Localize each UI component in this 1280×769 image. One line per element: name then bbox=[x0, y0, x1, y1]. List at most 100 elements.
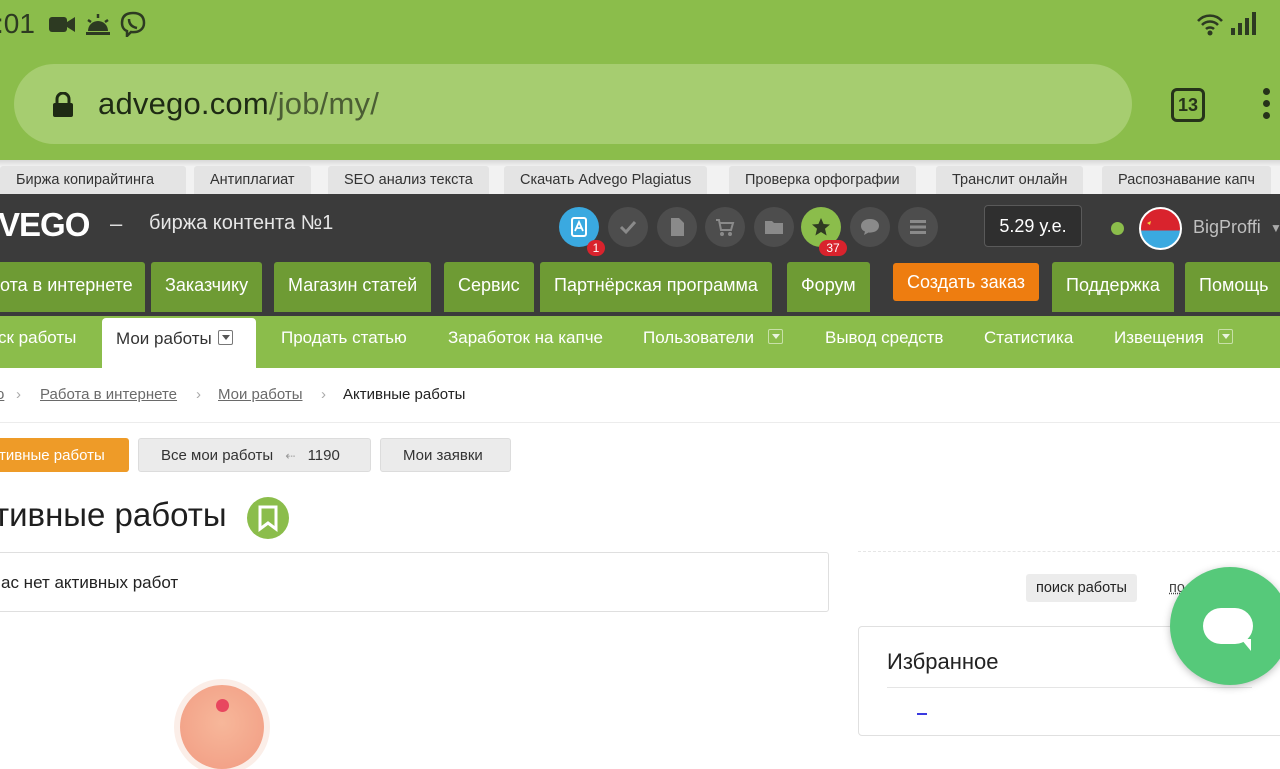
all-works-button[interactable]: Все мои работы ⇠ 1190 bbox=[138, 438, 371, 472]
notification-dot bbox=[216, 699, 229, 712]
nav-support[interactable]: Поддержка bbox=[1052, 262, 1174, 312]
favorites-link-fragment[interactable] bbox=[917, 713, 927, 715]
top-link-copywriting[interactable]: Биржа копирайтинга bbox=[0, 166, 186, 194]
top-link-spelling[interactable]: Проверка орфографии bbox=[729, 166, 916, 194]
chevron-down-icon[interactable]: ▼ bbox=[1270, 221, 1280, 235]
browser-toolbar: advego.com/job/my/ 13 bbox=[0, 50, 1280, 160]
tab-users[interactable]: Пользователи bbox=[643, 316, 783, 368]
all-works-label: Все мои работы bbox=[161, 447, 274, 464]
articles-count-badge: 1 bbox=[587, 240, 605, 256]
chevron-down-icon[interactable] bbox=[767, 329, 783, 345]
arrow-left-icon: ⇠ bbox=[285, 449, 296, 463]
nav-help[interactable]: Помощь bbox=[1185, 262, 1280, 312]
site-logo[interactable]: VEGO bbox=[0, 206, 90, 244]
viber-icon bbox=[120, 11, 146, 37]
tab-switcher-button[interactable]: 13 bbox=[1171, 88, 1205, 122]
logo-dash: – bbox=[110, 211, 123, 236]
breadcrumb-work-online[interactable]: Работа в интернете bbox=[40, 386, 177, 403]
lock-icon bbox=[53, 92, 73, 117]
wifi-icon bbox=[1197, 14, 1223, 36]
chat-bubble-icon bbox=[1203, 608, 1253, 651]
tab-withdrawal[interactable]: Вывод средств bbox=[825, 316, 943, 368]
article-icon bbox=[571, 217, 587, 237]
tab-notifications[interactable]: Извещения bbox=[1114, 316, 1233, 368]
video-call-icon bbox=[49, 17, 75, 32]
top-link-plagiatus[interactable]: Скачать Advego Plagiatus bbox=[504, 166, 708, 194]
top-link-antiplagiat[interactable]: Антиплагиат bbox=[194, 166, 311, 194]
status-time: :01 bbox=[0, 8, 35, 39]
star-icon bbox=[812, 218, 830, 236]
create-order-button[interactable]: Создать заказ bbox=[893, 263, 1040, 301]
folder-button[interactable] bbox=[754, 207, 794, 247]
tab-my-works[interactable]: Мои работы bbox=[102, 318, 256, 368]
nav-article-shop[interactable]: Магазин статей bbox=[274, 262, 432, 312]
cart-button[interactable] bbox=[705, 207, 745, 247]
nav-work-online[interactable]: ота в интернете bbox=[0, 262, 145, 312]
weather-icon bbox=[86, 14, 110, 35]
chevron-down-icon[interactable] bbox=[1217, 329, 1233, 345]
tab-statistics[interactable]: Статистика bbox=[984, 316, 1073, 368]
divider bbox=[858, 551, 1280, 552]
tasks-button[interactable] bbox=[608, 207, 648, 247]
search-work-chip[interactable]: поиск работы bbox=[1026, 574, 1137, 602]
active-works-button[interactable]: тивные работы bbox=[0, 438, 129, 472]
bookmark-button[interactable] bbox=[247, 497, 289, 539]
check-icon bbox=[619, 220, 637, 235]
avatar[interactable] bbox=[1139, 207, 1182, 250]
breadcrumb-separator: › bbox=[16, 386, 21, 403]
breadcrumb-my-works[interactable]: Мои работы bbox=[218, 386, 303, 403]
browser-menu-icon[interactable] bbox=[1263, 88, 1271, 124]
nav-forum[interactable]: Форум bbox=[787, 262, 870, 312]
nav-service[interactable]: Сервис bbox=[444, 262, 534, 312]
main-nav: ота в интернете Заказчику Магазин статей… bbox=[0, 260, 1280, 316]
bookmark-icon bbox=[258, 505, 278, 532]
divider bbox=[887, 687, 1252, 688]
chat-icon bbox=[861, 219, 879, 235]
tab-captcha-earnings[interactable]: Заработок на капче bbox=[448, 316, 603, 368]
messages-button[interactable] bbox=[850, 207, 890, 247]
list-icon bbox=[910, 220, 926, 234]
site-tagline: биржа контента №1 bbox=[149, 212, 334, 234]
tab-label: Мои работы bbox=[116, 329, 212, 348]
empty-state-text: ас нет активных работ bbox=[1, 573, 179, 592]
url-host: advego.com bbox=[98, 86, 269, 121]
breadcrumb-home[interactable]: о bbox=[0, 386, 4, 403]
url-path: /job/my/ bbox=[268, 86, 380, 121]
breadcrumb-current: Активные работы bbox=[343, 386, 466, 403]
address-bar[interactable]: advego.com/job/my/ bbox=[14, 64, 1132, 144]
site-header: VEGO – биржа контента №1 5.29 у.е. BigPr… bbox=[0, 194, 1280, 260]
empty-state-box: ас нет активных работ bbox=[0, 552, 829, 612]
status-bar: :01 bbox=[0, 0, 1280, 50]
sub-nav: ск работы Мои работы Продать статью Зара… bbox=[0, 316, 1280, 368]
favorites-count-badge: 37 bbox=[819, 240, 847, 256]
my-requests-button[interactable]: Мои заявки bbox=[380, 438, 511, 472]
top-link-seo[interactable]: SEO анализ текста bbox=[328, 166, 489, 194]
top-link-captcha[interactable]: Распознавание капч bbox=[1102, 166, 1271, 194]
divider bbox=[0, 422, 1280, 423]
breadcrumb-separator: › bbox=[321, 386, 326, 403]
tab-sell-article[interactable]: Продать статью bbox=[281, 316, 407, 368]
cart-icon bbox=[716, 219, 735, 236]
tab-label: Извещения bbox=[1114, 328, 1204, 347]
all-works-count: 1190 bbox=[307, 447, 340, 464]
chevron-down-icon[interactable] bbox=[217, 330, 233, 346]
floating-avatar[interactable] bbox=[180, 685, 264, 769]
top-link-translit[interactable]: Транслит онлайн bbox=[936, 166, 1084, 194]
signal-icon bbox=[1231, 12, 1256, 35]
top-links-bar: Биржа копирайтинга Антиплагиат SEO анали… bbox=[0, 166, 1280, 194]
url-text: advego.com/job/my/ bbox=[98, 86, 379, 122]
tab-job-search[interactable]: ск работы bbox=[0, 316, 76, 368]
documents-button[interactable] bbox=[657, 207, 697, 247]
breadcrumb-separator: › bbox=[196, 386, 201, 403]
chat-widget-button[interactable] bbox=[1170, 567, 1280, 685]
folder-icon bbox=[765, 221, 783, 234]
nav-customers[interactable]: Заказчику bbox=[151, 262, 263, 312]
list-button[interactable] bbox=[898, 207, 938, 247]
balance-display[interactable]: 5.29 у.е. bbox=[984, 205, 1082, 247]
document-icon bbox=[671, 218, 684, 236]
flag-emblem-icon bbox=[1147, 221, 1151, 225]
tab-label: Пользователи bbox=[643, 328, 754, 347]
nav-partner-program[interactable]: Партнёрская программа bbox=[540, 262, 772, 312]
online-status-indicator bbox=[1111, 222, 1124, 235]
username[interactable]: BigProffi bbox=[1193, 217, 1261, 238]
